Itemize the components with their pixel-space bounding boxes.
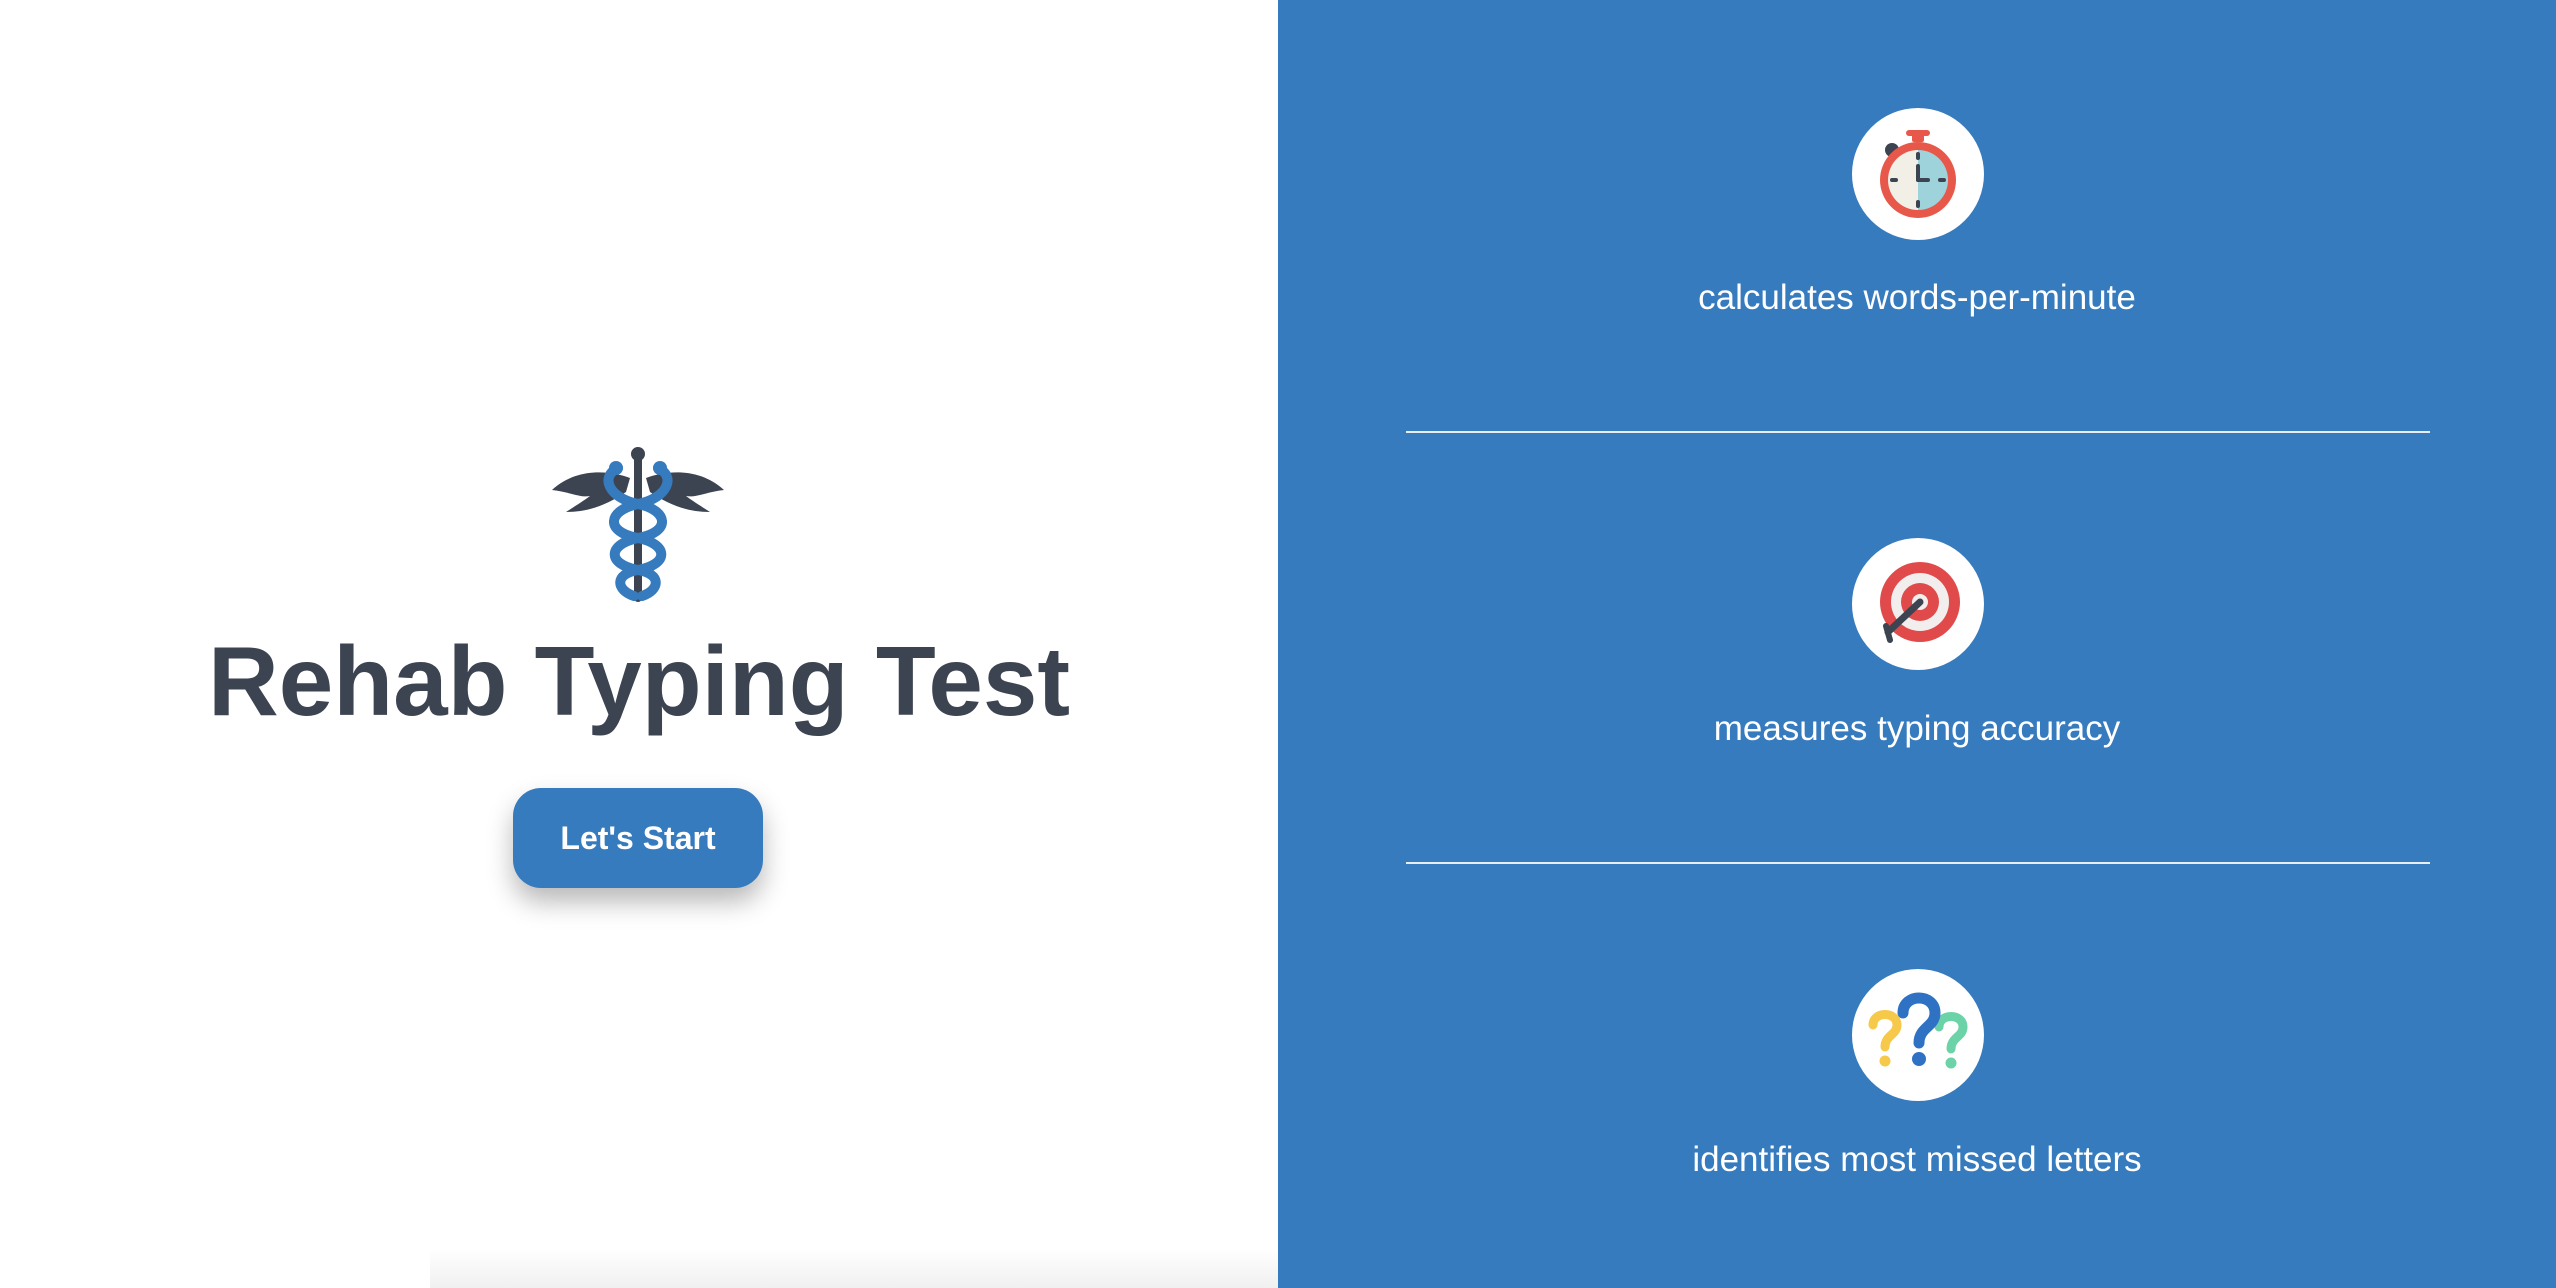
features-panel: calculates words-per-minute measures typ… <box>1278 0 2556 1288</box>
stopwatch-icon-badge <box>1852 108 1984 240</box>
question-marks-icon-badge <box>1852 969 1984 1101</box>
feature-label-missed-letters: identifies most missed letters <box>1692 1140 2142 1179</box>
hero-panel: Rehab Typing Test Let's Start <box>0 0 1278 1288</box>
target-icon-badge <box>1852 538 1984 670</box>
target-icon <box>1880 562 1960 643</box>
page-title: Rehab Typing Test <box>207 626 1071 736</box>
divider <box>1406 431 2430 433</box>
feature-label-accuracy: measures typing accuracy <box>1713 709 2121 748</box>
feature-label-wpm: calculates words-per-minute <box>1698 278 2136 317</box>
bottom-shadow <box>430 1248 1278 1288</box>
start-button[interactable]: Let's Start <box>513 788 763 888</box>
question-marks-icon <box>1868 992 1968 1069</box>
page: Rehab Typing Test Let's Start calculates <box>0 0 2556 1288</box>
caduceus-icon <box>552 447 724 602</box>
divider <box>1406 862 2430 864</box>
stopwatch-icon <box>1880 130 1956 218</box>
